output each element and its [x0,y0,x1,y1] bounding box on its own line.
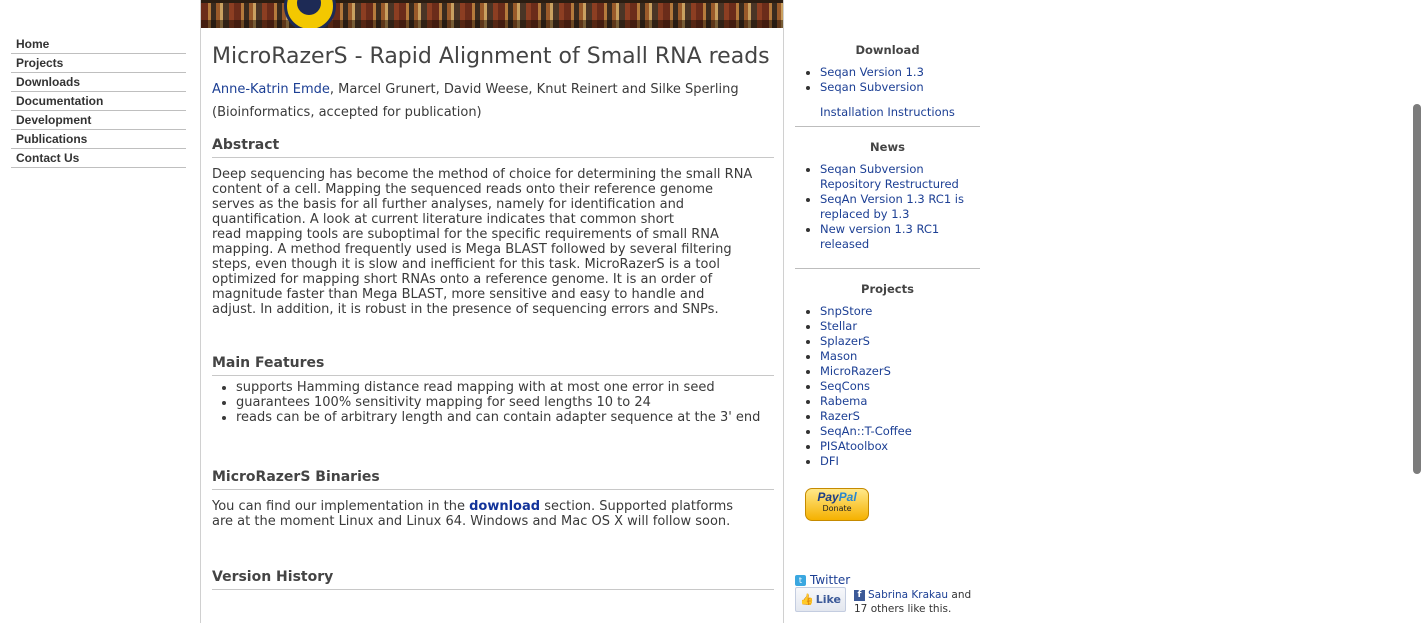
nav-item-downloads[interactable]: Downloads [11,73,186,92]
abstract-line: adjust. In addition, it is robust in the… [212,302,719,317]
like-label: Like [815,593,841,606]
download-box: Download Seqan Version 1.3 Seqan Subvers… [795,43,980,120]
list-item: reads can be of arbitrary length and can… [236,410,774,425]
main-features-heading: Main Features [212,355,774,376]
binaries-line-2: are at the moment Linux and Linux 64. Wi… [212,514,731,529]
download-heading: Download [855,43,920,57]
project-item-microrazers[interactable]: MicroRazerS [820,364,980,379]
nav-item-documentation[interactable]: Documentation [11,92,186,111]
projects-box: Projects SnpStore Stellar SplazerS Mason… [795,282,980,469]
abstract-line: steps, even though it is slow and ineffi… [212,257,721,272]
binaries-heading: MicroRazerS Binaries [212,469,774,490]
nav-item-contact-us[interactable]: Contact Us [11,149,186,168]
project-item-stellar[interactable]: Stellar [820,319,980,334]
nav-item-projects[interactable]: Projects [11,54,186,73]
abstract-line: quantification. A look at current litera… [212,212,674,227]
project-item-dfi[interactable]: DFI [820,454,980,469]
publication-note: (Bioinformatics, accepted for publicatio… [212,105,482,120]
nav-list: Home Projects Downloads Documentation De… [11,35,186,168]
abstract-line: read mapping tools are suboptimal for th… [212,227,719,242]
page-title: MicroRazerS - Rapid Alignment of Small R… [212,44,770,69]
facebook-like-button[interactable]: 👍 Like [795,587,846,612]
abstract-text: Deep sequencing has become the method of… [212,167,774,317]
vertical-scrollbar[interactable] [1411,0,1424,623]
download-item-seqan-subversion[interactable]: Seqan Subversion [820,80,980,95]
project-item-rabema[interactable]: Rabema [820,394,980,409]
news-box: News Seqan Subversion Repository Restruc… [795,140,980,252]
scrollbar-thumb[interactable] [1413,104,1421,474]
twitter-link[interactable]: t Twitter [795,573,850,587]
projects-list: SnpStore Stellar SplazerS Mason MicroRaz… [795,304,980,469]
fb-and: and [948,589,972,601]
features-list: supports Hamming distance read mapping w… [212,380,774,425]
header-banner-image [201,0,783,28]
project-item-razers[interactable]: RazerS [820,409,980,424]
right-sidebar: Download Seqan Version 1.3 Seqan Subvers… [784,0,1424,623]
project-item-seqan-t-coffee[interactable]: SeqAn::T-Coffee [820,424,980,439]
list-item: guarantees 100% sensitivity mapping for … [236,395,774,410]
divider [795,268,980,269]
fb-others: 17 others like this. [854,603,952,615]
abstract-line: magnitude faster than Mega BLAST, more s… [212,287,705,302]
project-item-seqcons[interactable]: SeqCons [820,379,980,394]
facebook-friend-link[interactable]: Sabrina Krakau [868,589,948,601]
authors-rest: , Marcel Grunert, David Weese, Knut Rein… [329,82,739,97]
news-heading: News [870,140,905,154]
download-link[interactable]: download [469,499,540,514]
download-list: Seqan Version 1.3 Seqan Subversion [795,65,980,95]
abstract-line: serves as the basis for all further anal… [212,197,685,212]
news-list: Seqan Subversion Repository Restructured… [795,162,980,252]
paypal-brand-pal: Pal [838,490,857,504]
facebook-like-summary: f Sabrina Krakau and 17 others like this. [854,588,971,616]
twitter-icon: t [795,575,806,586]
paypal-donate-label: Donate [822,504,852,513]
download-item-seqan-1-3[interactable]: Seqan Version 1.3 [820,65,980,80]
project-item-snpstore[interactable]: SnpStore [820,304,980,319]
twitter-label: Twitter [810,573,851,587]
facebook-icon: f [854,589,865,601]
main-content-column: MicroRazerS - Rapid Alignment of Small R… [201,0,784,623]
abstract-heading: Abstract [212,137,774,158]
nav-item-home[interactable]: Home [11,35,186,54]
authors-line: Anne-Katrin Emde, Marcel Grunert, David … [212,82,774,97]
article: MicroRazerS - Rapid Alignment of Small R… [212,44,774,590]
version-history-heading: Version History [212,569,774,590]
nav-item-development[interactable]: Development [11,111,186,130]
news-item[interactable]: SeqAn Version 1.3 RC1 is replaced by 1.3 [820,192,980,222]
abstract-line: optimized for mapping short RNAs onto a … [212,272,713,287]
paypal-brand-pay: Pay [817,490,839,504]
news-item[interactable]: New version 1.3 RC1 released [820,222,980,252]
divider [795,126,980,127]
binaries-post: section. Supported platforms [540,499,734,514]
installation-instructions-link[interactable]: Installation Instructions [820,105,980,120]
abstract-line: Deep sequencing has become the method of… [212,167,753,182]
projects-heading: Projects [861,282,914,296]
news-item[interactable]: Seqan Subversion Repository Restructured [820,162,980,192]
abstract-line: mapping. A method frequently used is Meg… [212,242,732,257]
paypal-donate-button[interactable]: PayPal Donate [805,488,869,521]
left-navigation: Home Projects Downloads Documentation De… [0,0,201,623]
list-item: supports Hamming distance read mapping w… [236,380,774,395]
binaries-text: You can find our implementation in the d… [212,499,774,529]
nav-item-publications[interactable]: Publications [11,130,186,149]
project-item-splazers[interactable]: SplazerS [820,334,980,349]
seqan-logo-icon[interactable] [284,0,336,28]
binaries-pre: You can find our implementation in the [212,499,470,514]
project-item-pisatoolbox[interactable]: PISAtoolbox [820,439,980,454]
project-item-mason[interactable]: Mason [820,349,980,364]
thumbs-up-icon: 👍 [800,593,814,606]
paypal-logo: PayPal [806,491,868,504]
author-link[interactable]: Anne-Katrin Emde [212,82,330,97]
abstract-line: content of a cell. Mapping the sequenced… [212,182,714,197]
